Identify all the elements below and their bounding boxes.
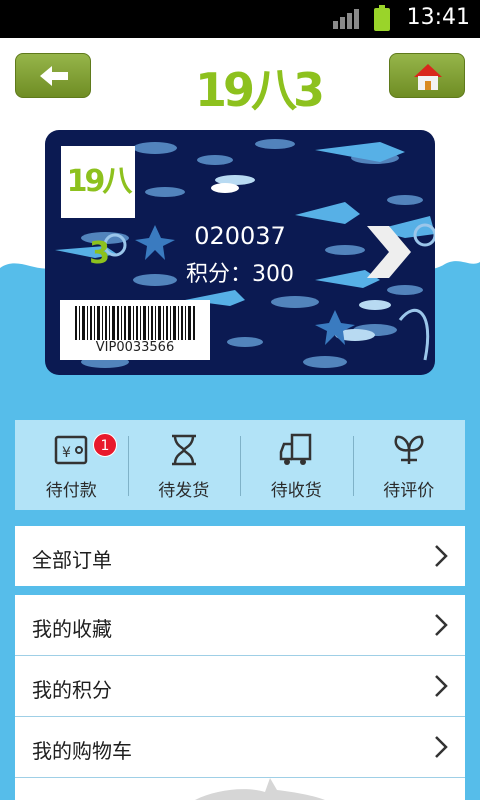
tab-pending-payment[interactable]: ¥ 1 待付款 xyxy=(15,420,128,510)
menu-label: 我的收藏 xyxy=(32,617,112,641)
hourglass-icon xyxy=(171,434,196,466)
barcode: VIP0033566 xyxy=(60,300,210,360)
back-button[interactable] xyxy=(15,53,91,98)
order-status-tabs: ¥ 1 待付款 待发货 待收货 待评价 xyxy=(15,420,465,510)
menu-item-partial[interactable] xyxy=(15,778,465,800)
logo: 19八3 xyxy=(195,63,325,117)
menu-label: 我的积分 xyxy=(32,678,112,702)
home-icon xyxy=(414,64,442,90)
battery-icon xyxy=(374,5,390,31)
card-number: 020037 xyxy=(194,222,286,250)
status-time: 13:41 xyxy=(406,5,470,30)
tab-pending-shipment[interactable]: 待发货 xyxy=(127,420,241,510)
tab-label: 待发货 xyxy=(158,481,210,501)
tab-label: 待收货 xyxy=(270,481,322,501)
tab-label: 待付款 xyxy=(45,481,97,501)
menu-label: 全部订单 xyxy=(32,548,112,572)
sprout-icon xyxy=(394,435,424,464)
header: 19八3 xyxy=(0,38,480,120)
menu-item-favorites[interactable]: 我的收藏 xyxy=(15,595,465,655)
signal-bars-icon xyxy=(333,9,359,29)
tab-label: 待评价 xyxy=(383,481,435,501)
menu-item-cart[interactable]: 我的购物车 xyxy=(15,717,465,777)
tab-pending-receipt[interactable]: 待收货 xyxy=(240,420,353,510)
shark-watermark xyxy=(195,778,325,800)
unread-badge: 1 xyxy=(93,433,117,457)
chevron-right-icon xyxy=(435,736,448,758)
barcode-lines xyxy=(75,306,195,340)
menu-item-points[interactable]: 我的积分 xyxy=(15,656,465,716)
status-bar: 13:41 xyxy=(0,0,480,38)
menu-label: 我的购物车 xyxy=(32,739,132,763)
barcode-text: VIP0033566 xyxy=(95,340,175,355)
home-button[interactable] xyxy=(389,53,465,98)
card-logo: 19八3 xyxy=(61,146,135,271)
vip-card[interactable]: 19八3 020037 积分：300 VIP0033566 xyxy=(45,130,435,375)
card-points: 积分：300 xyxy=(186,262,294,287)
chevron-right-icon xyxy=(435,675,448,697)
tab-pending-review[interactable]: 待评价 xyxy=(352,420,466,510)
chevron-right-icon xyxy=(435,545,448,567)
menu-item-all-orders[interactable]: 全部订单 xyxy=(15,526,465,586)
truck-icon xyxy=(280,433,312,465)
back-arrow-icon xyxy=(40,66,68,86)
chevron-right-icon xyxy=(435,614,448,636)
wallet-icon: ¥ xyxy=(55,435,88,465)
svg-text:¥: ¥ xyxy=(62,445,71,461)
